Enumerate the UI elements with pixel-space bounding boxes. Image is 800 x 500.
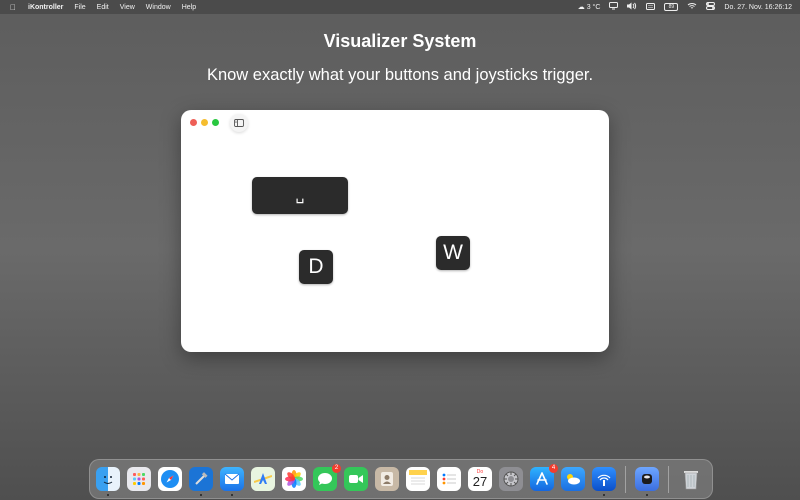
dock-separator-trash [668,466,669,493]
trash-icon[interactable] [679,467,703,491]
menu-view[interactable]: View [120,4,135,11]
finder-icon[interactable] [96,467,120,491]
control-center-icon[interactable] [706,2,716,12]
display-icon[interactable] [609,2,619,12]
xcode-icon[interactable] [189,467,213,491]
app-store-icon[interactable]: 4 [530,464,558,491]
facetime-icon[interactable] [344,467,368,491]
window-controls [190,119,219,126]
weather-temperature: 3 °C [586,4,601,11]
mail-running-dot [231,494,233,496]
page-title: Visualizer System [323,31,477,51]
sidebar-icon [234,119,244,127]
photos-icon[interactable] [282,467,306,491]
weather-status[interactable]: ☁ 3 °C [578,3,601,11]
calendar-icon[interactable]: Do 27 [468,467,492,491]
sidebar-toggle-button[interactable] [230,114,248,132]
close-window-button[interactable] [190,119,197,126]
launchpad-icon[interactable] [127,467,151,491]
dock-separator [625,466,626,493]
minimize-window-button[interactable] [201,119,208,126]
menu-window[interactable]: Window [146,4,171,11]
d-key-indicator: D [299,250,333,284]
w-key-indicator: W [436,236,470,270]
mail-icon[interactable] [220,467,244,491]
weather-app-icon[interactable] [561,467,585,491]
menu-app-name[interactable]: iKontroller [28,4,63,11]
notes-icon[interactable] [406,467,430,491]
system-settings-icon[interactable] [499,467,523,491]
menu-file[interactable]: File [74,4,85,11]
menu-clock[interactable]: Do. 27. Nov. 16:26:12 [724,4,792,11]
finder-running-dot [107,494,109,496]
ikontroller-app-icon[interactable] [635,467,659,491]
dock: 2 Do 27 4 [89,459,713,499]
battery-indicator[interactable]: 89 [664,3,679,11]
reminders-icon[interactable] [437,467,461,491]
app-store-badge: 4 [549,464,558,473]
airport-running-dot [603,494,605,496]
wifi-icon[interactable] [687,2,697,12]
messages-icon[interactable]: 2 [313,464,341,491]
messages-badge: 2 [332,464,341,473]
volume-icon[interactable] [627,2,637,12]
safari-icon[interactable] [158,467,182,491]
xcode-running-dot [200,494,202,496]
visualizer-window: ␣ D W [181,110,609,352]
menu-bar:  iKontroller File Edit View Window Help… [0,0,800,14]
menu-edit[interactable]: Edit [97,4,109,11]
apple-menu-icon[interactable]:  [10,3,16,12]
zoom-window-button[interactable] [212,119,219,126]
keyboard-input-icon[interactable] [646,2,656,12]
airport-utility-icon[interactable] [592,467,616,491]
contacts-icon[interactable] [375,467,399,491]
menu-help[interactable]: Help [182,4,196,11]
space-key-indicator: ␣ [252,177,348,214]
page-subtitle: Know exactly what your buttons and joyst… [206,66,594,84]
maps-icon[interactable] [251,467,275,491]
ikontroller-running-dot [646,494,648,496]
calendar-date: 27 [472,474,488,489]
cloud-icon: ☁ [577,4,585,11]
